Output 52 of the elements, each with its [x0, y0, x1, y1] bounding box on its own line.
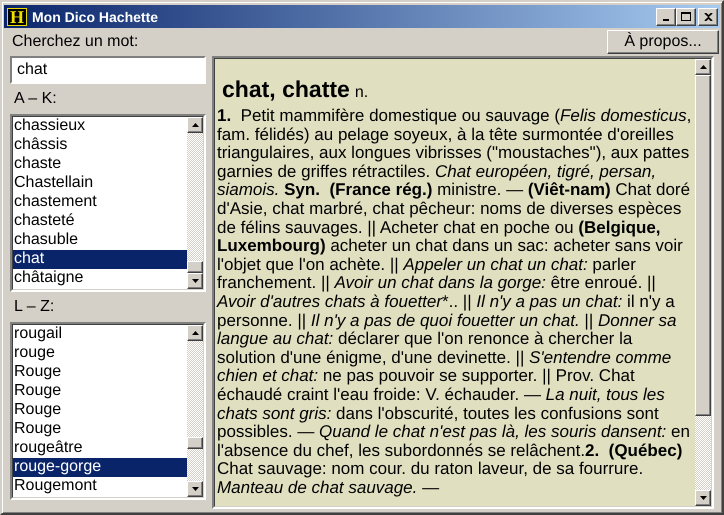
scrollbar[interactable] — [187, 325, 203, 497]
up-arrow-icon — [192, 331, 198, 335]
part-of-speech: n. — [354, 83, 368, 103]
list-label: A – K: — [14, 90, 57, 108]
scroll-thumb[interactable] — [187, 437, 203, 449]
scroll-up-button[interactable] — [695, 59, 711, 75]
up-arrow-icon — [192, 123, 198, 127]
close-icon — [704, 12, 712, 20]
down-arrow-icon — [192, 487, 198, 491]
app-logo: H — [7, 8, 27, 26]
minimize-button[interactable] — [656, 8, 676, 26]
scroll-down-button[interactable] — [187, 481, 203, 497]
down-arrow-icon — [700, 496, 706, 500]
scrollbar[interactable] — [695, 59, 711, 506]
down-arrow-icon — [192, 279, 198, 283]
list-item[interactable]: chaste — [13, 155, 187, 174]
list-item[interactable]: chasteté — [13, 212, 187, 231]
list-item[interactable]: Rouge — [13, 420, 187, 439]
scroll-thumb[interactable] — [187, 261, 203, 273]
definition-text: 1. Petit mammifère domestique ou sauvage (Felis domesticus, fam. félidés) au pelage soyeux, à la tête surmontée d'oreilles triangulaires, aux longues vibrisses ("moustaches"), aux pattes garnies de griffes rétractiles. Chat européen, tigré, persan, siamois. Syn. (France rég.) ministre. — (Viêt-nam) Chat doré d'Asie, chat marbré, chat pêcheur: noms de diverses espèces de félins sauvages. || Acheter chat en poche ou (Belgique, Luxembourg) acheter un chat dans un sac: acheter sans voir l'objet que l'on achète. || Appeler un chat un chat: parler franchement. || Avoir un chat dans la gorge: être enroué. || Avoir d'autres chats à fouetter*.. || Il n'y a pas un chat: il n'y a personne. || Il n'y a pas de quoi fouetter un chat. || Donner sa langue au chat: déclarer que l'on renonce à chercher la solution d'une énigme, d'une devinette. || S'entendre comme chien et chat: ne pas pouvoir se supporter. || Prov. Chat échaudé craint l'eau froide: V. échauder. — La nuit, tous les chats sont gris: dans l'obscurité, toutes les confusions sont possibles. — Quand le chat n'est pas là, les souris dansent: en l'absence du chef, les subordonnés se relâchent.2. (Québec) Chat sauvage: nom cour. du raton laveur, de sa fourrure. Manteau de chat sauvage. — — [217, 107, 692, 498]
list-item[interactable]: chat — [13, 250, 187, 269]
list-item[interactable]: chastement — [13, 193, 187, 212]
list-item[interactable]: rouge — [13, 344, 187, 363]
list-item[interactable]: châssis — [13, 136, 187, 155]
list-item[interactable]: rougail — [13, 325, 187, 344]
close-button[interactable] — [698, 8, 718, 26]
list-item[interactable]: rougeâtre — [13, 439, 187, 458]
scroll-thumb[interactable] — [695, 75, 711, 416]
list-item[interactable]: Rouge — [13, 401, 187, 420]
scroll-up-button[interactable] — [187, 117, 203, 133]
list-item[interactable]: châtaigne — [13, 269, 187, 288]
maximize-icon — [681, 12, 691, 21]
list-item[interactable]: Chastellain — [13, 174, 187, 193]
scrollbar[interactable] — [187, 117, 203, 289]
search-label: Cherchez un mot: — [12, 33, 140, 51]
up-arrow-icon — [700, 65, 706, 69]
list-item[interactable]: Rougemont — [13, 477, 187, 496]
list-item[interactable]: chasuble — [13, 231, 187, 250]
scroll-down-button[interactable] — [695, 490, 711, 506]
scroll-down-button[interactable] — [187, 273, 203, 289]
list-item[interactable]: chassieux — [13, 117, 187, 136]
scroll-up-button[interactable] — [187, 325, 203, 341]
headword: chat, chatte — [222, 77, 350, 101]
list-label: L – Z: — [14, 298, 54, 316]
list-item[interactable]: Rouge — [13, 363, 187, 382]
search-field[interactable]: chat — [10, 56, 206, 84]
minimize-icon — [663, 19, 669, 21]
maximize-button[interactable] — [676, 8, 696, 26]
list-item[interactable]: Rouge — [13, 382, 187, 401]
list-item[interactable]: rouge-gorge — [13, 458, 187, 477]
window-title: Mon Dico Hachette — [32, 8, 160, 24]
about-button[interactable]: À propos... — [607, 30, 719, 54]
